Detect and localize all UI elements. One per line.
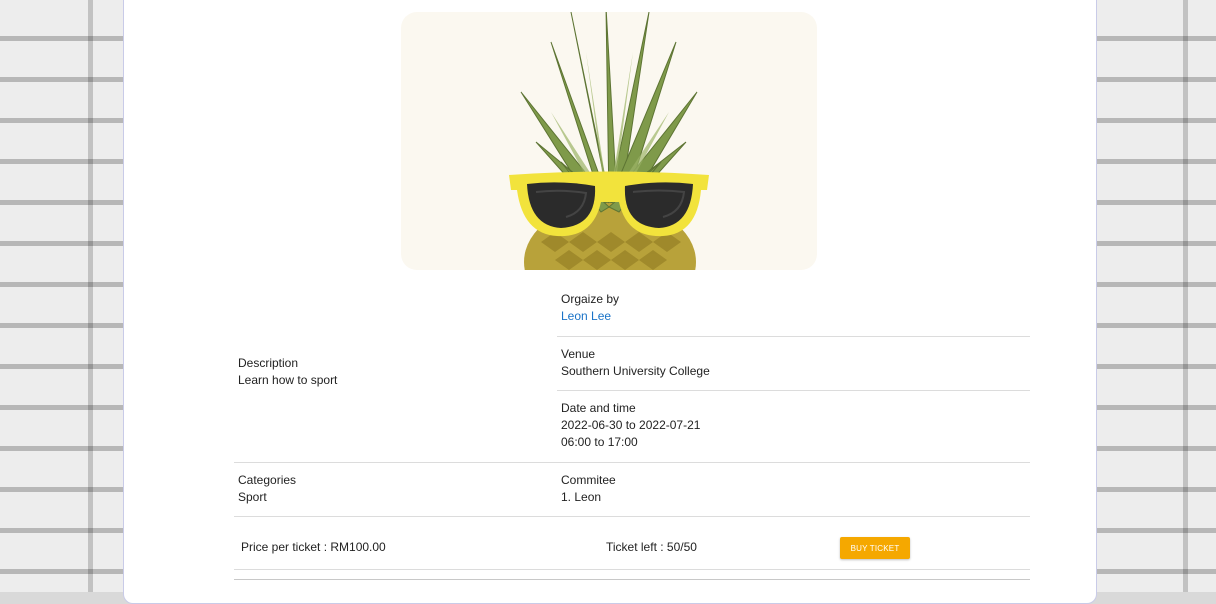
category-value: Sport: [238, 490, 267, 504]
categories-label: Categories: [238, 473, 297, 487]
organizer-label: Orgaize by: [561, 292, 620, 306]
event-image: [401, 12, 817, 270]
time-range: 06:00 to 17:00: [561, 435, 638, 449]
categories-section: Categories Sport: [238, 472, 296, 506]
datetime-label: Date and time: [561, 401, 636, 415]
committee-label: Commitee: [561, 473, 616, 487]
date-range: 2022-06-30 to 2022-07-21: [561, 418, 701, 432]
venue-value: Southern University College: [561, 364, 710, 378]
brick-joints: [0, 0, 123, 592]
description-value: Learn how to sport: [238, 373, 338, 387]
organizer-section: Orgaize by Leon Lee: [561, 291, 619, 325]
divider: [557, 390, 1030, 391]
tickets-left: Ticket left : 50/50: [606, 540, 697, 554]
venue-section: Venue Southern University College: [561, 346, 710, 380]
committee-section: Commitee 1. Leon: [561, 472, 616, 506]
buy-ticket-button[interactable]: BUY TICKET: [840, 537, 910, 559]
brick-wall-background-right: [1095, 0, 1216, 592]
divider: [557, 336, 1030, 337]
divider: [234, 462, 1030, 463]
brick-wall-background-left: [0, 0, 123, 592]
divider: [234, 569, 1030, 570]
divider: [234, 579, 1030, 580]
venue-label: Venue: [561, 347, 596, 361]
divider: [234, 516, 1030, 517]
brick-joints: [1095, 0, 1216, 592]
organizer-link[interactable]: Leon Lee: [561, 308, 619, 325]
price-per-ticket: Price per ticket : RM100.00: [241, 540, 386, 554]
description-label: Description: [238, 356, 299, 370]
datetime-section: Date and time 2022-06-30 to 2022-07-21 0…: [561, 400, 700, 451]
committee-member: 1. Leon: [561, 490, 602, 504]
pineapple-sunglasses-image: [509, 12, 709, 270]
description-section: Description Learn how to sport: [238, 355, 337, 389]
